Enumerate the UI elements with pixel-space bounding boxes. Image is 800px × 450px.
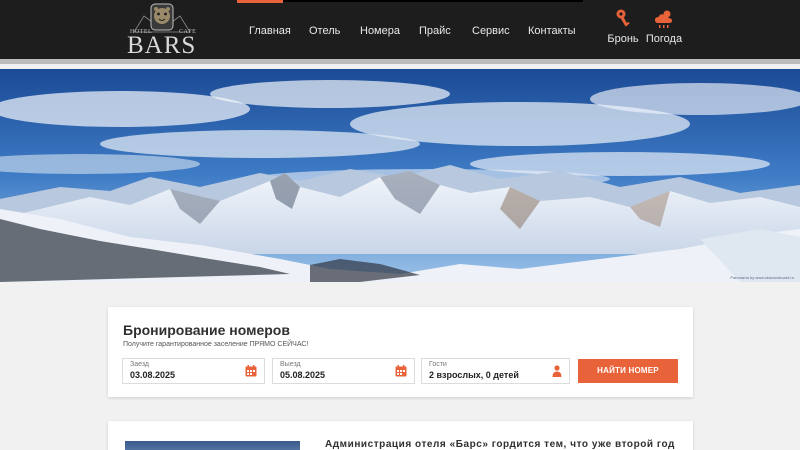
weather-action[interactable]: Погода xyxy=(642,8,686,52)
active-nav-indicator xyxy=(237,0,283,3)
guests-field[interactable]: Гости 2 взрослых, 0 детей xyxy=(421,358,570,384)
booking-subtitle: Получите гарантированное заселение ПРЯМО… xyxy=(123,341,309,348)
booking-action[interactable]: Бронь xyxy=(601,8,645,52)
mountain-panorama-image xyxy=(0,69,800,282)
guests-label: Гости xyxy=(429,361,447,368)
nav-item-contacts[interactable]: Контакты xyxy=(528,23,576,39)
person-icon xyxy=(552,365,562,377)
checkin-label: Заезд xyxy=(130,361,150,368)
checkout-value: 05.08.2025 xyxy=(280,370,326,380)
weather-action-label: Погода xyxy=(645,33,683,45)
top-border xyxy=(283,0,583,2)
checkin-field[interactable]: Заезд 03.08.2025 xyxy=(122,358,265,384)
calendar-icon xyxy=(395,365,407,377)
booking-title: Бронирование номеров xyxy=(123,322,290,338)
find-room-button[interactable]: НАЙТИ НОМЕР xyxy=(578,359,678,383)
about-image xyxy=(125,441,300,450)
nav-item-hotel[interactable]: Отель xyxy=(309,23,340,39)
calendar-icon xyxy=(245,365,257,377)
booking-action-label: Бронь xyxy=(607,33,639,45)
about-section: Администрация отеля «Барс» гордится тем,… xyxy=(108,421,693,450)
nav-item-prices[interactable]: Прайс xyxy=(419,23,451,39)
guests-value: 2 взрослых, 0 детей xyxy=(429,370,519,380)
nav-item-services[interactable]: Сервис xyxy=(472,23,510,39)
about-text: Администрация отеля «Барс» гордится тем,… xyxy=(325,439,675,450)
checkin-value: 03.08.2025 xyxy=(130,370,176,380)
nav-item-home[interactable]: Главная xyxy=(249,23,291,39)
weather-cloud-icon xyxy=(655,10,672,28)
header-divider xyxy=(0,59,800,64)
booking-form: Бронирование номеров Получите гарантиров… xyxy=(108,307,693,397)
hero-credit: Panorama by www.skisnowboard.ru xyxy=(730,275,794,280)
nav-item-rooms[interactable]: Номера xyxy=(360,23,400,39)
hero-panorama: Panorama by www.skisnowboard.ru xyxy=(0,69,800,282)
key-icon xyxy=(616,9,630,27)
checkout-label: Выезд xyxy=(280,361,301,368)
checkout-field[interactable]: Выезд 05.08.2025 xyxy=(272,358,415,384)
